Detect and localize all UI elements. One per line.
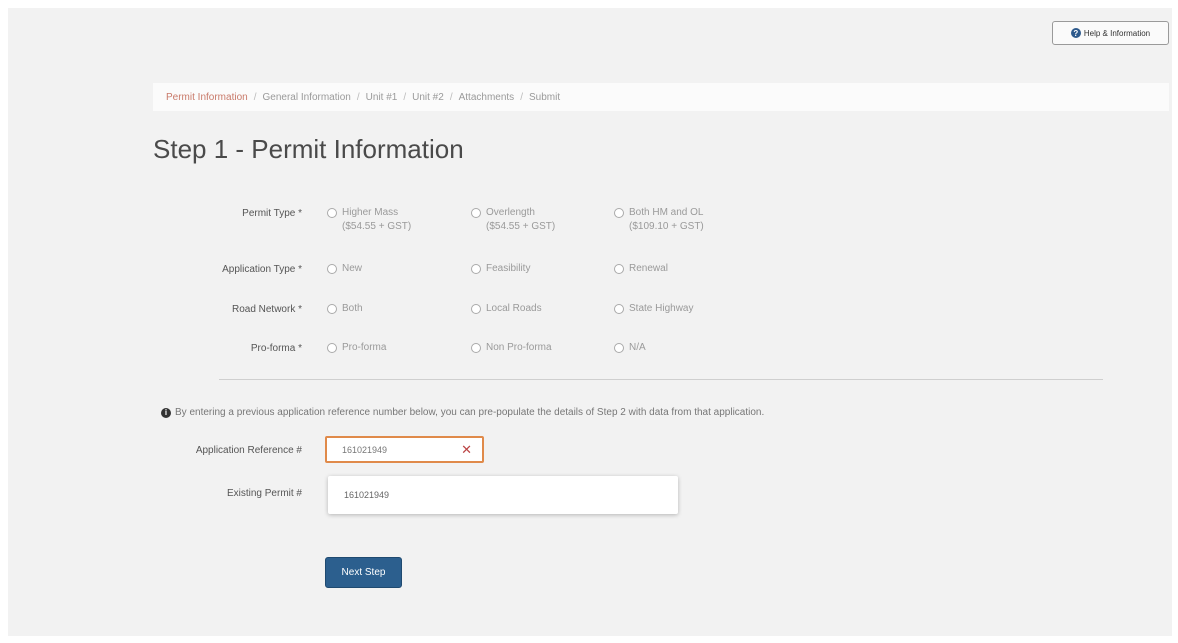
autocomplete-dropdown: 161021949 [328,476,678,514]
road-network-label: Road Network * [231,304,302,315]
radio-new[interactable]: New [327,262,362,276]
radio-na[interactable]: N/A [614,341,646,355]
radio-circle[interactable] [471,304,481,314]
help-button-label: Help & Information [1083,28,1151,38]
radio-state-highway[interactable]: State Highway [614,302,693,316]
radio-both[interactable]: Both [327,302,363,316]
radio-circle[interactable] [614,264,624,274]
radio-higher-mass[interactable]: Higher Mass ($54.55 + GST) [327,206,411,234]
section-divider [219,379,1103,380]
breadcrumb-general-information[interactable]: General Information [262,92,350,103]
close-icon[interactable]: ✕ [461,442,472,458]
breadcrumb-submit[interactable]: Submit [529,92,560,103]
radio-circle[interactable] [327,304,337,314]
radio-circle[interactable] [471,264,481,274]
breadcrumb-permit-information[interactable]: Permit Information [166,92,248,103]
radio-circle[interactable] [614,208,624,218]
radio-circle[interactable] [614,304,624,314]
application-reference-value: 161021949 [342,444,388,455]
info-text: By entering a previous application refer… [175,407,765,418]
breadcrumb-attachments[interactable]: Attachments [459,92,515,103]
help-information-button[interactable]: ? Help & Information [1052,21,1169,45]
application-type-label: Application Type * [222,264,302,275]
breadcrumb: Permit Information / General Information… [153,83,1169,111]
radio-circle[interactable] [471,208,481,218]
radio-pro-forma[interactable]: Pro-forma [327,341,386,355]
existing-permit-label: Existing Permit # [226,488,302,499]
radio-circle[interactable] [327,343,337,353]
pro-forma-label: Pro-forma * [250,343,302,354]
breadcrumb-unit-2[interactable]: Unit #2 [412,92,444,103]
radio-circle[interactable] [327,208,337,218]
info-message: i By entering a previous application ref… [161,407,764,418]
radio-circle[interactable] [614,343,624,353]
radio-circle[interactable] [327,264,337,274]
question-circle-icon: ? [1070,28,1081,38]
radio-renewal[interactable]: Renewal [614,262,668,276]
application-reference-label: Application Reference # [195,445,302,456]
page-title: Step 1 - Permit Information [153,134,464,164]
dropdown-option[interactable]: 161021949 [344,490,389,500]
radio-non-pro-forma[interactable]: Non Pro-forma [471,341,552,355]
next-step-button[interactable]: Next Step [325,557,402,588]
breadcrumb-unit-1[interactable]: Unit #1 [366,92,398,103]
radio-feasibility[interactable]: Feasibility [471,262,530,276]
info-circle-icon: i [161,407,171,418]
application-reference-input[interactable]: 161021949 ✕ [325,436,484,463]
radio-local-roads[interactable]: Local Roads [471,302,542,316]
permit-type-label: Permit Type * [242,208,302,219]
radio-both-hm-ol[interactable]: Both HM and OL ($109.10 + GST) [614,206,704,234]
radio-circle[interactable] [471,343,481,353]
radio-overlength[interactable]: Overlength ($54.55 + GST) [471,206,555,234]
